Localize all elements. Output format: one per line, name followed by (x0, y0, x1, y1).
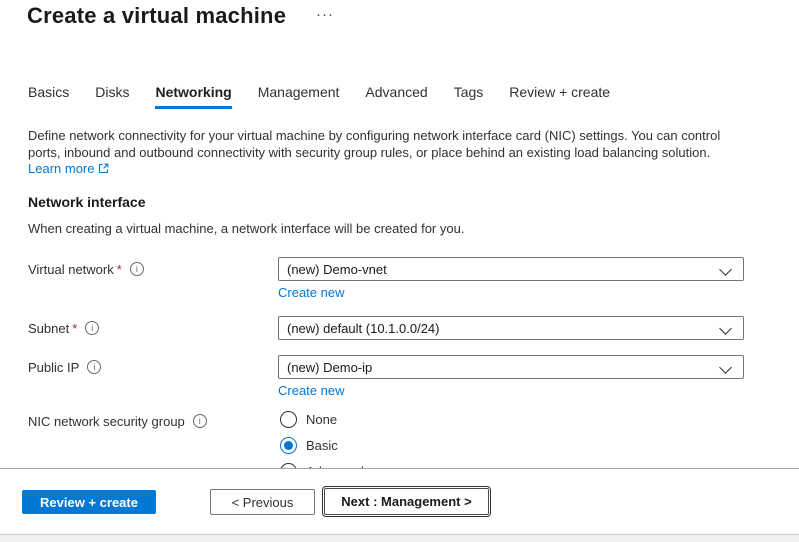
public-ip-create-new-link[interactable]: Create new (278, 383, 344, 398)
tab-basics[interactable]: Basics (28, 84, 69, 109)
chevron-down-icon (719, 361, 732, 374)
tab-description: Define network connectivity for your vir… (28, 127, 720, 161)
public-ip-value: (new) Demo-ip (287, 360, 372, 375)
public-ip-label: Public IP (28, 360, 79, 375)
required-asterisk: * (72, 321, 77, 336)
radio-option-none[interactable]: None (280, 409, 337, 429)
chevron-down-icon (719, 263, 732, 276)
learn-more-label: Learn more (28, 161, 94, 176)
more-options-button[interactable]: ··· (312, 4, 338, 25)
learn-more-link[interactable]: Learn more (28, 161, 109, 176)
nic-nsg-label: NIC network security group (28, 414, 185, 429)
public-ip-select[interactable]: (new) Demo-ip (278, 355, 744, 379)
next-management-button[interactable]: Next : Management > (324, 488, 489, 515)
tab-management[interactable]: Management (258, 84, 340, 109)
info-icon[interactable]: i (85, 321, 99, 335)
section-heading: Network interface (28, 194, 145, 210)
subnet-label: Subnet (28, 321, 69, 336)
networking-tab-content: Create a virtual machine ··· Basics Disk… (0, 0, 799, 468)
tab-tags[interactable]: Tags (454, 84, 484, 109)
tab-review-create[interactable]: Review + create (509, 84, 610, 109)
chevron-down-icon (719, 322, 732, 335)
virtual-network-value: (new) Demo-vnet (287, 262, 387, 277)
radio-unselected-icon (280, 411, 297, 428)
radio-selected-icon (280, 437, 297, 454)
info-icon[interactable]: i (193, 414, 207, 428)
subnet-label-row: Subnet * i (28, 316, 99, 340)
radio-option-none-label: None (306, 412, 337, 427)
virtual-network-create-new-link[interactable]: Create new (278, 285, 344, 300)
wizard-footer: Review + create < Previous Next : Manage… (0, 468, 799, 534)
radio-option-basic[interactable]: Basic (280, 435, 338, 455)
nic-nsg-label-row: NIC network security group i (28, 409, 207, 433)
create-vm-page: Create a virtual machine ··· Basics Disk… (0, 0, 799, 542)
review-create-button[interactable]: Review + create (22, 490, 156, 514)
previous-button[interactable]: < Previous (210, 489, 315, 515)
tab-advanced[interactable]: Advanced (365, 84, 427, 109)
virtual-network-select[interactable]: (new) Demo-vnet (278, 257, 744, 281)
wizard-tabs: Basics Disks Networking Management Advan… (28, 84, 610, 109)
tab-networking[interactable]: Networking (155, 84, 231, 109)
tab-disks[interactable]: Disks (95, 84, 129, 109)
radio-option-basic-label: Basic (306, 438, 338, 453)
page-bottom-strip (0, 534, 799, 542)
description-line-1: Define network connectivity for your vir… (28, 127, 720, 144)
required-asterisk: * (117, 262, 122, 277)
virtual-network-label-row: Virtual network * i (28, 257, 144, 281)
ellipsis-icon: ··· (316, 6, 334, 23)
public-ip-label-row: Public IP i (28, 355, 101, 379)
info-icon[interactable]: i (87, 360, 101, 374)
description-line-2: ports, inbound and outbound connectivity… (28, 144, 720, 161)
info-icon[interactable]: i (130, 262, 144, 276)
page-title: Create a virtual machine (27, 3, 286, 29)
radio-option-advanced[interactable]: Advanced (280, 461, 364, 468)
subnet-value: (new) default (10.1.0.0/24) (287, 321, 439, 336)
external-link-icon (98, 163, 109, 174)
subnet-select[interactable]: (new) default (10.1.0.0/24) (278, 316, 744, 340)
virtual-network-label: Virtual network (28, 262, 114, 277)
section-subtext: When creating a virtual machine, a netwo… (28, 221, 464, 236)
